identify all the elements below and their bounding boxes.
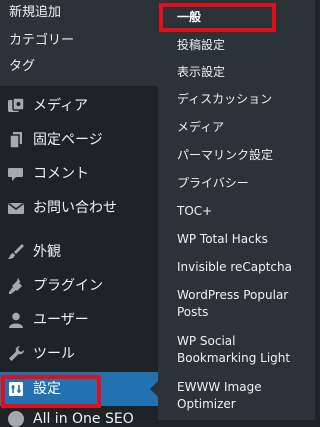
plugin-icon bbox=[6, 276, 26, 296]
posts-submenu: 新規追加 カテゴリー タグ bbox=[0, 0, 158, 86]
submenu-item-reading[interactable]: 表示設定 bbox=[177, 64, 312, 81]
submenu-item-media[interactable]: メディア bbox=[177, 119, 312, 136]
submenu-item-toc-plus[interactable]: TOC+ bbox=[177, 203, 312, 220]
sidebar-item-tools[interactable]: ツール bbox=[0, 337, 158, 371]
sidebar-item-comments[interactable]: コメント bbox=[0, 157, 158, 191]
sidebar-item-appearance-label: 外観 bbox=[33, 244, 61, 260]
sidebar-item-all-in-one-seo-label: All in One SEO bbox=[33, 411, 134, 427]
sidebar-item-settings-label: 設定 bbox=[33, 381, 61, 397]
current-menu-arrow bbox=[150, 381, 158, 397]
submenu-item-writing[interactable]: 投稿設定 bbox=[177, 37, 312, 54]
settings-submenu: 一般 投稿設定 表示設定 ディスカッション メディア パーマリンク設定 プライバ… bbox=[158, 0, 315, 420]
comment-icon bbox=[6, 164, 26, 184]
page-icon bbox=[6, 130, 26, 150]
sidebar-item-pages-label: 固定ページ bbox=[33, 132, 103, 148]
wrench-icon bbox=[6, 344, 26, 364]
sidebar-item-plugins-label: プラグイン bbox=[33, 278, 103, 294]
admin-sidebar: 新規追加 カテゴリー タグ メディア 固定ページ コメント お問い合わせ 外観 … bbox=[0, 0, 158, 427]
mail-icon bbox=[6, 198, 26, 218]
submenu-item-wp-total-hacks[interactable]: WP Total Hacks bbox=[177, 231, 312, 248]
submenu-item-discussion[interactable]: ディスカッション bbox=[177, 91, 312, 108]
sidebar-item-pages[interactable]: 固定ページ bbox=[0, 123, 158, 157]
submenu-item-general[interactable]: 一般 bbox=[177, 9, 312, 26]
sidebar-item-plugins[interactable]: プラグイン bbox=[0, 269, 158, 303]
sidebar-item-contact[interactable]: お問い合わせ bbox=[0, 191, 158, 225]
sidebar-item-users[interactable]: ユーザー bbox=[0, 303, 158, 337]
posts-submenu-categories[interactable]: カテゴリー bbox=[9, 32, 74, 50]
sidebar-item-comments-label: コメント bbox=[33, 166, 89, 182]
media-icon bbox=[6, 96, 26, 116]
sidebar-item-tools-label: ツール bbox=[33, 346, 75, 362]
submenu-item-permalinks[interactable]: パーマリンク設定 bbox=[177, 147, 312, 164]
submenu-item-wp-social-bookmarking-light[interactable]: WP Social Bookmarking Light bbox=[177, 333, 312, 367]
sidebar-item-media-label: メディア bbox=[33, 98, 89, 114]
submenu-item-wordpress-popular-posts[interactable]: WordPress Popular Posts bbox=[177, 287, 312, 321]
sidebar-item-appearance[interactable]: 外観 bbox=[0, 235, 158, 269]
paintbrush-icon bbox=[6, 242, 26, 262]
sidebar-item-users-label: ユーザー bbox=[33, 312, 89, 328]
submenu-item-invisible-recaptcha[interactable]: Invisible reCaptcha bbox=[177, 259, 312, 276]
user-icon bbox=[6, 310, 26, 330]
settings-icon bbox=[6, 379, 26, 399]
sidebar-item-all-in-one-seo[interactable]: All in One SEO bbox=[0, 407, 158, 427]
posts-submenu-add-new[interactable]: 新規追加 bbox=[9, 4, 61, 22]
sidebar-item-settings[interactable]: 設定 bbox=[0, 372, 158, 406]
sidebar-item-media[interactable]: メディア bbox=[0, 89, 158, 123]
submenu-item-ewww-image-optimizer[interactable]: EWWW Image Optimizer bbox=[177, 379, 312, 413]
sidebar-item-contact-label: お問い合わせ bbox=[33, 200, 117, 216]
posts-submenu-tags[interactable]: タグ bbox=[9, 58, 35, 76]
seo-icon bbox=[6, 409, 26, 427]
submenu-item-privacy[interactable]: プライバシー bbox=[177, 175, 312, 192]
